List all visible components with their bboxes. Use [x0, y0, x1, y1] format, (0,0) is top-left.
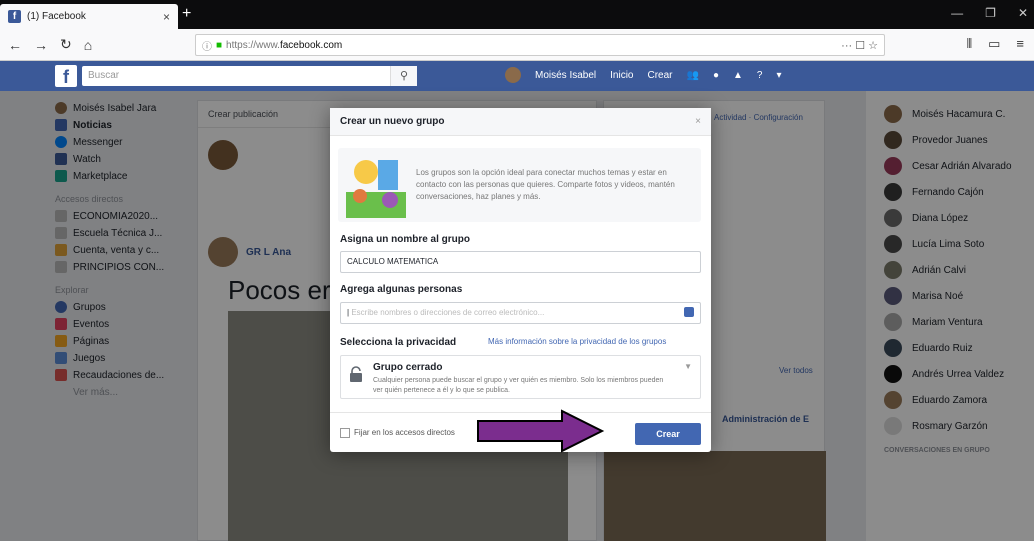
- close-window-icon[interactable]: ✕: [1018, 6, 1028, 20]
- nav-profile[interactable]: Moisés Isabel: [535, 70, 596, 81]
- facebook-search-input[interactable]: Buscar: [82, 66, 417, 86]
- privacy-info-link[interactable]: Más información sobre la privacidad de l…: [488, 337, 666, 346]
- minimize-icon[interactable]: —: [951, 6, 963, 20]
- home-icon[interactable]: ⌂: [84, 37, 92, 53]
- window-controls: — ❐ ✕: [951, 6, 1028, 20]
- privacy-option-description: Cualquier persona puede buscar el grupo …: [373, 377, 664, 394]
- forward-icon[interactable]: →: [34, 37, 48, 53]
- help-icon[interactable]: ?: [757, 70, 763, 81]
- close-icon[interactable]: ×: [695, 116, 701, 127]
- annotation-arrow-icon: [477, 409, 605, 453]
- dialog-title: Crear un nuevo grupo: [340, 116, 445, 127]
- pin-shortcut-label[interactable]: Fijar en los accesos directos: [354, 428, 455, 437]
- dialog-intro: Los grupos son la opción ideal para cone…: [338, 148, 701, 222]
- url-bar[interactable]: ⓘ ■ https://www. facebook.com ··· ☐ ☆: [195, 34, 885, 56]
- nav-create[interactable]: Crear: [648, 70, 673, 81]
- add-people-label: Agrega algunas personas: [340, 284, 463, 295]
- chevron-down-icon[interactable]: ▾: [776, 70, 781, 81]
- page-actions-icon[interactable]: ··· ☐ ☆: [841, 39, 878, 52]
- lock-icon: [350, 366, 362, 382]
- info-icon[interactable]: ⓘ: [202, 38, 212, 53]
- messenger-icon[interactable]: ●: [713, 70, 719, 81]
- sidebar-icon[interactable]: ▭: [988, 36, 1000, 52]
- tab-title: (1) Facebook: [27, 11, 86, 22]
- create-group-button[interactable]: Crear: [635, 423, 701, 445]
- pin-shortcut-checkbox[interactable]: [340, 427, 350, 438]
- browser-toolbar-right: ⫴ ▭ ≡: [967, 36, 1024, 52]
- lock-icon: ■: [216, 39, 223, 51]
- privacy-select[interactable]: Grupo cerrado Cualquier persona puede bu…: [340, 355, 701, 399]
- privacy-label: Selecciona la privacidad: [340, 337, 457, 348]
- privacy-option: Grupo cerrado Cualquier persona puede bu…: [373, 362, 674, 396]
- group-name-label: Asigna un nombre al grupo: [340, 234, 471, 245]
- contacts-icon[interactable]: [684, 307, 694, 317]
- url-domain: facebook.com: [279, 39, 343, 51]
- create-group-dialog: Crear un nuevo grupo × Los grupos son la…: [330, 108, 711, 452]
- groups-illustration-icon: [346, 160, 406, 218]
- notifications-icon[interactable]: ▲: [733, 70, 743, 81]
- intro-text: Los grupos son la opción ideal para cone…: [416, 168, 675, 201]
- facebook-nav: Moisés Isabel Inicio Crear 👥 ● ▲ ? ▾: [505, 67, 782, 83]
- reload-icon[interactable]: ↻: [60, 36, 72, 53]
- dialog-header: Crear un nuevo grupo ×: [330, 108, 711, 136]
- add-people-placeholder: Escribe nombres o direcciones de correo …: [351, 308, 545, 317]
- privacy-option-title: Grupo cerrado: [373, 362, 443, 373]
- add-people-input[interactable]: | Escribe nombres o direcciones de corre…: [340, 302, 701, 324]
- search-icon[interactable]: ⚲: [390, 66, 417, 86]
- url-prefix: https://www.: [226, 39, 280, 51]
- tab-close-icon[interactable]: ×: [163, 10, 170, 24]
- new-tab-button[interactable]: +: [182, 5, 191, 23]
- library-icon[interactable]: ⫴: [967, 36, 972, 52]
- avatar[interactable]: [505, 67, 521, 83]
- menu-icon[interactable]: ≡: [1016, 36, 1024, 52]
- group-name-input[interactable]: CALCULO MATEMATICA: [340, 251, 701, 273]
- maximize-icon[interactable]: ❐: [985, 6, 996, 20]
- nav-home[interactable]: Inicio: [610, 70, 633, 81]
- chevron-down-icon: ▼: [684, 362, 692, 371]
- friends-icon[interactable]: 👥: [687, 70, 699, 81]
- browser-tab[interactable]: f (1) Facebook ×: [0, 4, 178, 29]
- facebook-favicon-icon: f: [8, 10, 21, 23]
- facebook-logo-icon[interactable]: f: [55, 65, 77, 87]
- back-icon[interactable]: ←: [8, 37, 22, 53]
- text-cursor: |: [347, 308, 350, 317]
